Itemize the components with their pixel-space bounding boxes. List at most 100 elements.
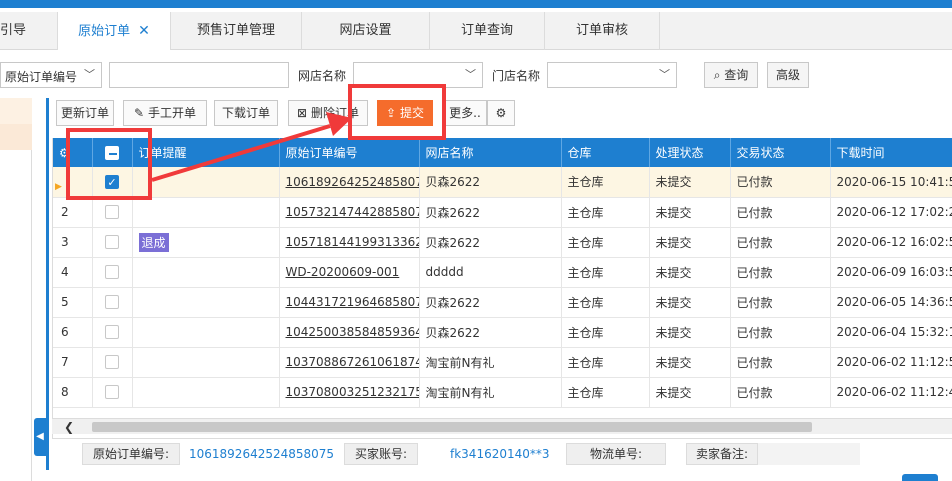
order-number-link[interactable]: 1037080032512321751	[286, 385, 419, 399]
order-number-cell[interactable]: 1044317219646858075	[279, 287, 420, 318]
tab-label: 网店设置	[339, 23, 392, 38]
table-row[interactable]: 5 1044317219646858075 贝森2622 主仓库 未提交 已付款 2020-…	[53, 287, 952, 318]
warehouse-cell: 主仓库	[561, 347, 650, 378]
order-number-link[interactable]: 1057181441993133629	[286, 235, 419, 249]
bottom-collapse-handle[interactable]	[902, 474, 938, 481]
tab-order-query[interactable]: 订单查询	[430, 12, 545, 50]
field-select[interactable]: 原始订单编号 ﹀	[0, 62, 102, 88]
order-number-cell[interactable]: 1057181441993133629	[279, 227, 420, 258]
collapse-panel-icon[interactable]: ◀	[34, 418, 46, 456]
order-number-cell[interactable]: 1037088672610618749	[279, 347, 420, 378]
order-detail-bar: 原始订单编号: 1061892642524858075 买家账号: fk3416…	[52, 438, 952, 468]
column-header[interactable]: 处理状态	[649, 138, 731, 167]
table-row[interactable]: 4 WD-20200609-001 ddddd 主仓库 未提交 已付款 2020-06-09…	[53, 257, 952, 288]
shop-name-label: 网店名称	[298, 69, 347, 83]
column-header[interactable]: 下载时间	[830, 138, 952, 167]
order-number-link[interactable]: 1037088672610618749	[286, 355, 419, 369]
order-number-link[interactable]: 1061892642524858075	[286, 175, 419, 189]
column-header[interactable]: 订单提醒	[132, 138, 280, 167]
detail-order-no-value: 1061892642524858075	[189, 447, 335, 461]
shop-name-cell: 贝森2622	[419, 167, 562, 198]
checkbox-icon	[105, 295, 119, 310]
row-checkbox[interactable]	[92, 377, 133, 408]
order-reminder-cell	[132, 287, 280, 318]
more-button[interactable]: 更多..	[443, 100, 487, 126]
table-row[interactable]: ▶ ✓ 1061892642524858075 贝森2622 主仓库 未提交 已付款 2020…	[53, 167, 952, 198]
chevron-down-icon: ﹀	[659, 68, 670, 81]
process-status-cell: 未提交	[649, 347, 731, 378]
column-header[interactable]: 原始订单编号	[279, 138, 420, 167]
row-checkbox[interactable]	[92, 197, 133, 228]
manual-order-button[interactable]: ✎ 手工开单	[123, 100, 207, 126]
order-number-cell[interactable]: 1061892642524858075	[279, 167, 420, 198]
download-orders-label: 下载订单	[221, 106, 270, 120]
horizontal-scrollbar[interactable]: ❮	[52, 418, 952, 434]
order-number-cell[interactable]: 1037080032512321751	[279, 377, 420, 408]
warehouse-cell: 主仓库	[561, 317, 650, 348]
order-reminder-cell: 退成	[132, 227, 280, 258]
close-icon[interactable]: ✕	[138, 23, 150, 39]
scrollbar-thumb[interactable]	[92, 422, 812, 432]
shop-name-cell: 贝森2622	[419, 287, 562, 318]
detail-buyer-value: fk341620140**3	[450, 447, 550, 461]
sidebar-item[interactable]	[0, 124, 32, 150]
refresh-orders-button[interactable]: 更新订单	[56, 100, 114, 126]
tab-shop-settings[interactable]: 网店设置	[302, 12, 430, 50]
scroll-left-icon[interactable]: ❮	[64, 420, 74, 434]
trade-status-cell: 已付款	[730, 257, 831, 288]
table-row[interactable]: 8 1037080032512321751 淘宝前N有礼 主仓库 未提交 已付款 2020-…	[53, 377, 952, 408]
download-time-cell: 2020-06-09 16:03:53	[830, 257, 952, 288]
order-number-cell[interactable]: 1042500385848593646	[279, 317, 420, 348]
tab-label: 订单查询	[460, 23, 513, 38]
download-time-cell: 2020-06-15 10:41:55	[830, 167, 952, 198]
column-header[interactable]: 仓库	[561, 138, 650, 167]
store-name-select[interactable]: ﹀	[547, 62, 677, 88]
process-status-cell: 未提交	[649, 227, 731, 258]
order-reminder-cell	[132, 317, 280, 348]
order-number-cell[interactable]: 1057321474428858075	[279, 197, 420, 228]
table-row[interactable]: 3 退成 1057181441993133629 贝森2622 主仓库 未提交 已付款 202…	[53, 227, 952, 258]
tab-presale-orders[interactable]: 预售订单管理	[171, 12, 302, 50]
query-button[interactable]: ⌕ 查询	[704, 62, 758, 88]
warehouse-cell: 主仓库	[561, 287, 650, 318]
advanced-button[interactable]: 高级	[767, 62, 809, 88]
row-checkbox[interactable]	[92, 287, 133, 318]
order-number-link[interactable]: WD-20200609-001	[286, 265, 400, 279]
process-status-cell: 未提交	[649, 197, 731, 228]
row-checkbox[interactable]	[92, 347, 133, 378]
download-orders-button[interactable]: 下载订单	[214, 100, 278, 126]
order-number-link[interactable]: 1057321474428858075	[286, 205, 419, 219]
warehouse-cell: 主仓库	[561, 257, 650, 288]
settings-gear-icon[interactable]: ⚙	[487, 100, 515, 126]
detail-seller-note-value	[758, 443, 860, 465]
column-header[interactable]: 交易状态	[730, 138, 831, 167]
tab-label: 订单审核	[575, 23, 628, 38]
row-checkbox[interactable]	[92, 257, 133, 288]
warehouse-cell: 主仓库	[561, 377, 650, 408]
trade-status-cell: 已付款	[730, 197, 831, 228]
tab-guide[interactable]: 引导	[0, 12, 58, 50]
table-row[interactable]: 2 1057321474428858075 贝森2622 主仓库 未提交 已付款 2020-…	[53, 197, 952, 228]
column-header[interactable]: 网店名称	[419, 138, 562, 167]
tab-original-orders[interactable]: 原始订单 ✕	[58, 12, 171, 50]
delete-icon: ⊠	[297, 106, 308, 120]
order-number-cell[interactable]: WD-20200609-001	[279, 257, 420, 288]
row-checkbox[interactable]	[92, 227, 133, 258]
sidebar-item[interactable]	[0, 98, 32, 124]
process-status-cell: 未提交	[649, 287, 731, 318]
row-number: 3	[53, 227, 93, 258]
toolbar: 更新订单 ✎ 手工开单 下载订单 ⊠ 删除订单 ⇪ 提交 更多.. ⚙	[52, 98, 952, 128]
trade-status-cell: 已付款	[730, 347, 831, 378]
process-status-cell: 未提交	[649, 377, 731, 408]
checkbox-icon	[105, 265, 119, 280]
row-checkbox[interactable]	[92, 317, 133, 348]
table-row[interactable]: 6 1042500385848593646 贝森2622 主仓库 未提交 已付款 2020-…	[53, 317, 952, 348]
trade-status-cell: 已付款	[730, 167, 831, 198]
tab-label: 预售订单管理	[196, 23, 275, 38]
store-name-label: 门店名称	[492, 69, 541, 83]
tab-order-review[interactable]: 订单审核	[545, 12, 660, 50]
order-number-link[interactable]: 1044317219646858075	[286, 295, 419, 309]
order-number-link[interactable]: 1042500385848593646	[286, 325, 419, 339]
table-row[interactable]: 7 1037088672610618749 淘宝前N有礼 主仓库 未提交 已付款 2020-…	[53, 347, 952, 378]
field-input[interactable]	[109, 62, 289, 88]
